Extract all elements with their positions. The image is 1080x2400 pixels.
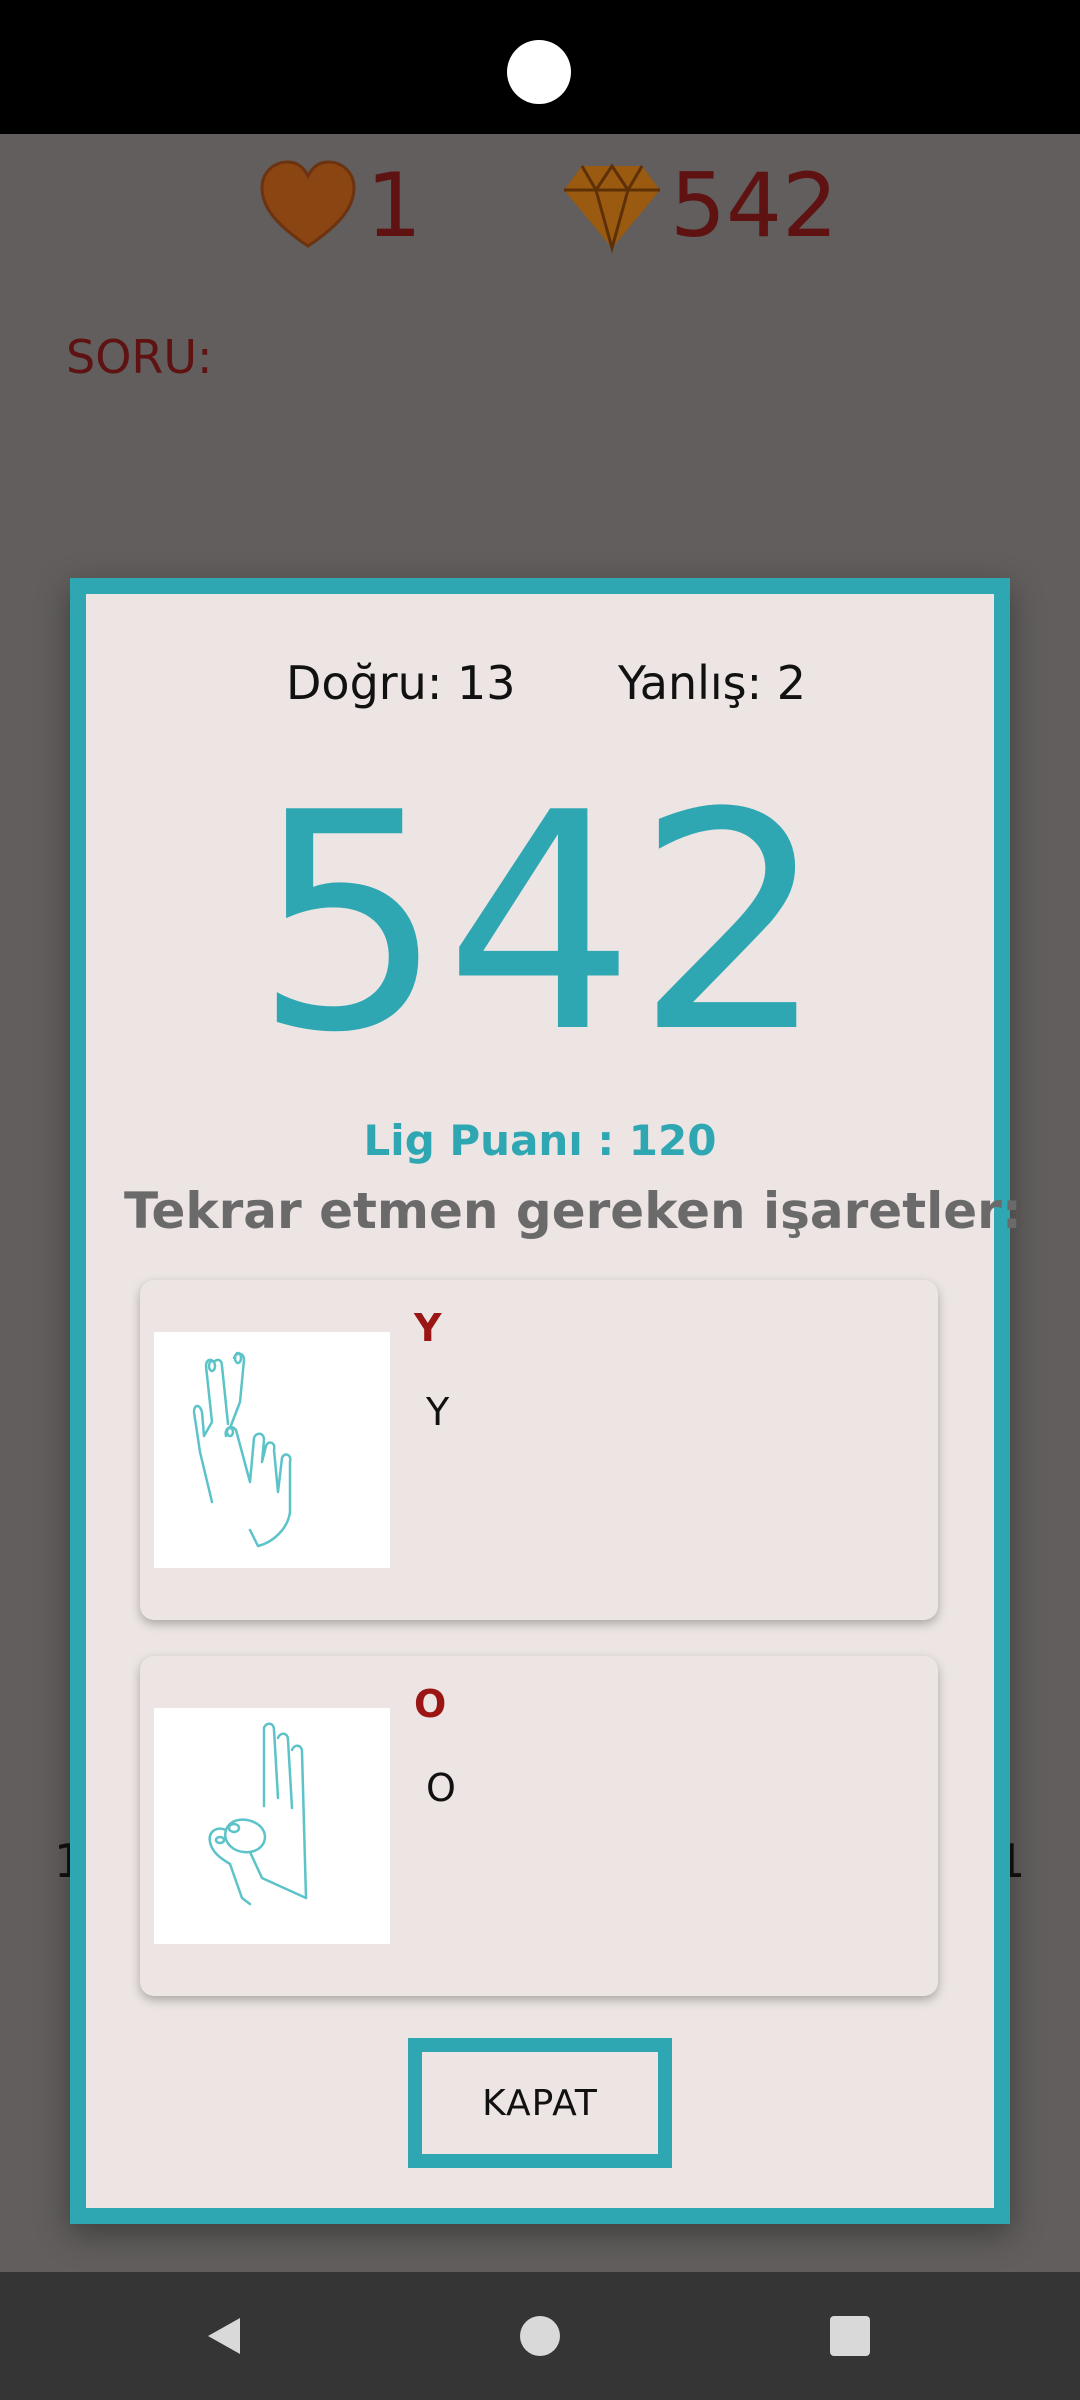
gems-counter: 542	[562, 146, 838, 266]
lives-counter: 1	[258, 146, 422, 266]
score-counts: Doğru: 13 Yanlış: 2	[86, 656, 994, 716]
recents-icon[interactable]	[830, 2316, 870, 2356]
heart-icon	[260, 160, 356, 248]
status-bar	[0, 0, 1080, 134]
total-score: 542	[253, 749, 827, 1098]
sign-description: Y	[426, 1390, 450, 1434]
wrong-count: Yanlış: 2	[618, 656, 807, 710]
sign-o-image	[154, 1708, 390, 1944]
result-dialog: Doğru: 13 Yanlış: 2 542 Lig Puanı : 120 …	[70, 578, 1022, 2224]
home-icon[interactable]	[520, 2316, 560, 2356]
question-label: SORU:	[66, 330, 213, 384]
sign-title: Y	[414, 1306, 442, 1350]
quiz-screen: 1 542 SORU: 1 1 Doğru: 13 Yanlış: 2 542 …	[0, 134, 1080, 2272]
correct-count: Doğru: 13	[286, 656, 516, 710]
gems-value: 542	[670, 154, 838, 257]
sign-y-image	[154, 1332, 390, 1568]
sign-card[interactable]: O O	[140, 1656, 938, 1996]
back-icon[interactable]	[200, 2312, 248, 2360]
sign-card[interactable]: Y Y	[140, 1280, 938, 1620]
diamond-icon	[564, 163, 660, 254]
camera-cutout	[507, 40, 571, 104]
sign-description: O	[426, 1766, 456, 1810]
review-signs-title: Tekrar etmen gereken işaretler:	[124, 1182, 1022, 1240]
close-button[interactable]: KAPAT	[408, 2038, 672, 2168]
navigation-bar	[0, 2272, 1080, 2400]
league-points: Lig Puanı : 120	[363, 1116, 717, 1165]
sign-title: O	[414, 1682, 447, 1726]
lives-value: 1	[366, 154, 422, 257]
